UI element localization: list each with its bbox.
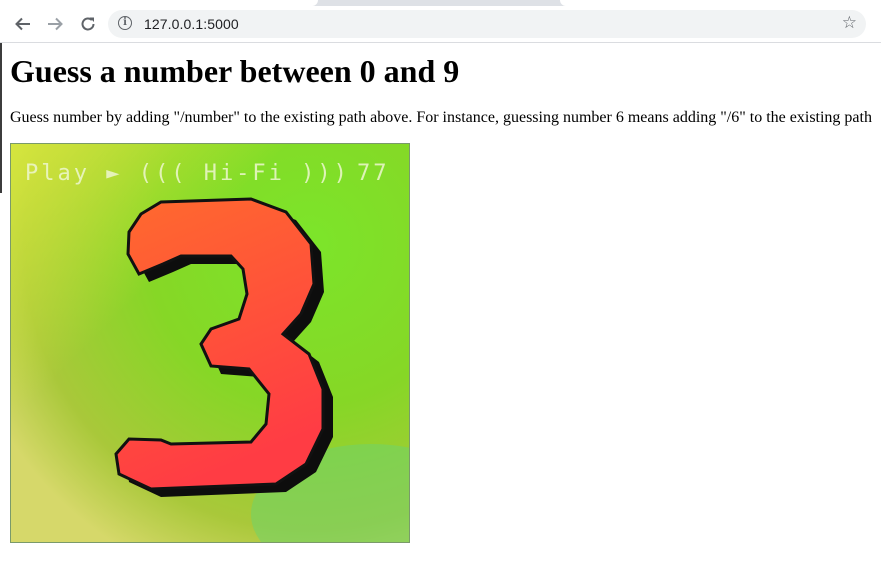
info-icon[interactable]: i — [118, 16, 132, 30]
number-3-picture: Play ► ((( Hi-Fi ))) 77 — [11, 144, 409, 542]
arrow-right-icon — [48, 17, 63, 31]
reload-icon — [81, 17, 95, 31]
reload-button[interactable] — [75, 11, 101, 37]
address-bar[interactable]: i 127.0.0.1:5000 ☆ — [108, 10, 866, 38]
window-edge — [0, 43, 2, 193]
hud-left-text: Play ► ((( Hi-Fi ))) — [25, 161, 350, 186]
page-title: Guess a number between 0 and 9 — [10, 53, 460, 89]
url-text[interactable]: 127.0.0.1:5000 — [144, 16, 239, 32]
hud-right-text: 77 — [357, 161, 390, 186]
number-image: Play ► ((( Hi-Fi ))) 77 — [10, 143, 410, 543]
back-button[interactable] — [10, 11, 36, 37]
forward-button[interactable] — [42, 11, 68, 37]
star-icon[interactable]: ☆ — [842, 13, 857, 33]
instructions-text: Guess number by adding "/number" to the … — [10, 109, 872, 126]
browser-toolbar: i 127.0.0.1:5000 ☆ — [0, 6, 881, 43]
arrow-left-icon — [15, 17, 30, 31]
